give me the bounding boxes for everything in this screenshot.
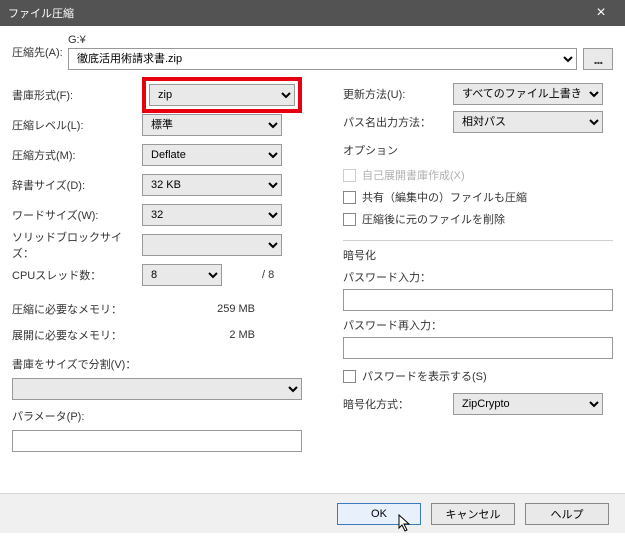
footer: OK キャンセル ヘルプ [0, 493, 625, 533]
format-label: 書庫形式(F): [12, 87, 142, 103]
pw1-label: パスワード入力： [343, 269, 613, 285]
cpu-row: CPUスレッド数： 8 / 8 [12, 260, 325, 290]
sfx-label: 自己展開書庫作成(X) [362, 167, 465, 183]
help-button[interactable]: ヘルプ [525, 503, 609, 525]
password-confirm-input[interactable] [343, 337, 613, 359]
method-label: 圧縮方式(M): [12, 147, 142, 163]
right-column: 更新方法(U): すべてのファイル上書き パス名出力方法： 相対パス オプション… [325, 80, 613, 452]
update-label: 更新方法(U): [343, 86, 453, 102]
word-row: ワードサイズ(W): 32 [12, 200, 325, 230]
titlebar: ファイル圧縮 × [0, 0, 625, 26]
options-group: オプション 自己展開書庫作成(X) 共有（編集中の）ファイルも圧縮 圧縮後に元の… [343, 142, 613, 230]
format-highlight: zip [142, 77, 302, 113]
dict-select[interactable]: 32 KB [142, 174, 282, 196]
params-input[interactable] [12, 430, 302, 452]
sfx-checkbox: 自己展開書庫作成(X) [343, 164, 613, 186]
solid-label: ソリッドブロックサイズ： [12, 229, 142, 261]
cpu-select[interactable]: 8 [142, 264, 222, 286]
password-input[interactable] [343, 289, 613, 311]
checkbox-icon [343, 169, 356, 182]
destination-row: 圧縮先(A): G:¥ 徹底活用術請求書.zip ... [12, 34, 613, 70]
params-label: パラメータ(P): [12, 408, 325, 424]
encrypt-title: 暗号化 [343, 247, 613, 263]
cpu-suffix: / 8 [262, 269, 274, 281]
enc-method-row: 暗号化方式： ZipCrypto [343, 393, 613, 415]
enc-method-label: 暗号化方式： [343, 396, 453, 412]
paths-select[interactable]: 相対パス [453, 111, 603, 133]
checkbox-icon [343, 191, 356, 204]
paths-row: パス名出力方法： 相対パス [343, 108, 613, 136]
browse-button[interactable]: ... [583, 48, 613, 70]
mem-comp-row: 圧縮に必要なメモリ： 259 MB [12, 296, 325, 322]
checkbox-icon [343, 370, 356, 383]
update-select[interactable]: すべてのファイル上書き [453, 83, 603, 105]
dest-drive: G:¥ [68, 34, 613, 46]
left-column: 書庫形式(F): zip 圧縮レベル(L): 標準 圧縮方式(M): Defla… [12, 80, 325, 452]
separator [343, 240, 613, 241]
shared-checkbox[interactable]: 共有（編集中の）ファイルも圧縮 [343, 186, 613, 208]
dest-path-select[interactable]: 徹底活用術請求書.zip [68, 48, 577, 70]
mem-decomp-label: 展開に必要なメモリ： [12, 327, 142, 343]
ok-button[interactable]: OK [337, 503, 421, 525]
content: 圧縮先(A): G:¥ 徹底活用術請求書.zip ... 書庫形式(F): zi… [0, 26, 625, 452]
mem-comp-label: 圧縮に必要なメモリ： [12, 301, 142, 317]
update-row: 更新方法(U): すべてのファイル上書き [343, 80, 613, 108]
encrypt-group: 暗号化 パスワード入力： パスワード再入力： パスワードを表示する(S) 暗号化… [343, 247, 613, 415]
show-pw-checkbox[interactable]: パスワードを表示する(S) [343, 365, 613, 387]
method-row: 圧縮方式(M): Deflate [12, 140, 325, 170]
method-select[interactable]: Deflate [142, 144, 282, 166]
delete-label: 圧縮後に元のファイルを削除 [362, 211, 505, 227]
format-row: 書庫形式(F): zip [12, 80, 325, 110]
mem-decomp-value: 2 MB [142, 329, 325, 341]
show-pw-label: パスワードを表示する(S) [362, 368, 487, 384]
enc-method-select[interactable]: ZipCrypto [453, 393, 603, 415]
format-select[interactable]: zip [149, 84, 295, 106]
level-row: 圧縮レベル(L): 標準 [12, 110, 325, 140]
dict-label: 辞書サイズ(D): [12, 177, 142, 193]
checkbox-icon [343, 213, 356, 226]
dest-label: 圧縮先(A): [12, 34, 68, 60]
options-title: オプション [343, 142, 613, 158]
close-icon[interactable]: × [585, 0, 617, 26]
cpu-label: CPUスレッド数： [12, 267, 142, 283]
pw2-label: パスワード再入力： [343, 317, 613, 333]
split-label: 書庫をサイズで分割(V)： [12, 356, 325, 372]
cancel-button[interactable]: キャンセル [431, 503, 515, 525]
solid-select[interactable] [142, 234, 282, 256]
split-select[interactable] [12, 378, 302, 400]
shared-label: 共有（編集中の）ファイルも圧縮 [362, 189, 527, 205]
word-select[interactable]: 32 [142, 204, 282, 226]
mem-comp-value: 259 MB [142, 303, 325, 315]
level-select[interactable]: 標準 [142, 114, 282, 136]
delete-checkbox[interactable]: 圧縮後に元のファイルを削除 [343, 208, 613, 230]
mem-decomp-row: 展開に必要なメモリ： 2 MB [12, 322, 325, 348]
dict-row: 辞書サイズ(D): 32 KB [12, 170, 325, 200]
solid-row: ソリッドブロックサイズ： [12, 230, 325, 260]
level-label: 圧縮レベル(L): [12, 117, 142, 133]
word-label: ワードサイズ(W): [12, 207, 142, 223]
title-text: ファイル圧縮 [8, 5, 74, 21]
paths-label: パス名出力方法： [343, 114, 453, 130]
